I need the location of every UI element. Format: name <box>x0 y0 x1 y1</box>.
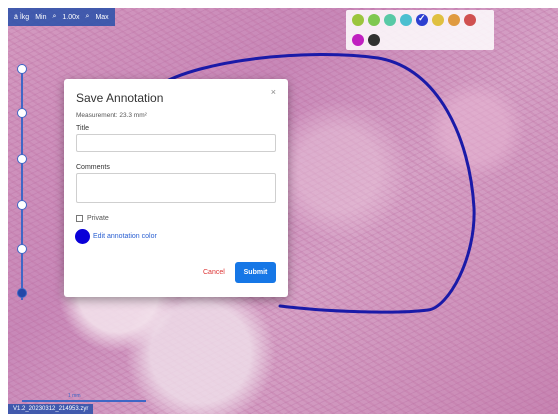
submit-button[interactable]: Submit <box>235 262 276 283</box>
close-icon[interactable]: × <box>271 87 276 97</box>
zoom-stop-4[interactable] <box>17 200 27 210</box>
zoom-stop-1[interactable] <box>17 64 27 74</box>
annotation-color-icon[interactable] <box>75 229 90 244</box>
private-checkbox[interactable] <box>76 215 83 222</box>
measurement-text: Measurement: 23.3 mm² <box>76 112 147 119</box>
edit-color-link[interactable]: Edit annotation color <box>93 233 157 240</box>
zoom-stop-3[interactable] <box>17 154 27 164</box>
private-checkbox-row[interactable]: Private <box>76 215 109 222</box>
scale-bar <box>22 400 146 402</box>
cancel-button[interactable]: Cancel <box>203 269 225 276</box>
dialog-title: Save Annotation <box>76 91 164 105</box>
comments-textarea[interactable] <box>76 173 276 203</box>
zoom-stop-5[interactable] <box>17 244 27 254</box>
title-label: Title <box>76 125 89 132</box>
scale-label: 1 mm <box>68 393 81 399</box>
zoom-slider-track[interactable] <box>21 64 23 300</box>
title-input[interactable] <box>76 134 276 152</box>
zoom-stop-2[interactable] <box>17 108 27 118</box>
slide-id: V1.2_20230312_214953.zyr <box>8 404 94 414</box>
save-annotation-dialog: Save Annotation × Measurement: 23.3 mm² … <box>64 79 288 297</box>
private-label: Private <box>87 215 109 222</box>
zoom-stop-current[interactable] <box>17 288 27 298</box>
comments-label: Comments <box>76 164 110 171</box>
